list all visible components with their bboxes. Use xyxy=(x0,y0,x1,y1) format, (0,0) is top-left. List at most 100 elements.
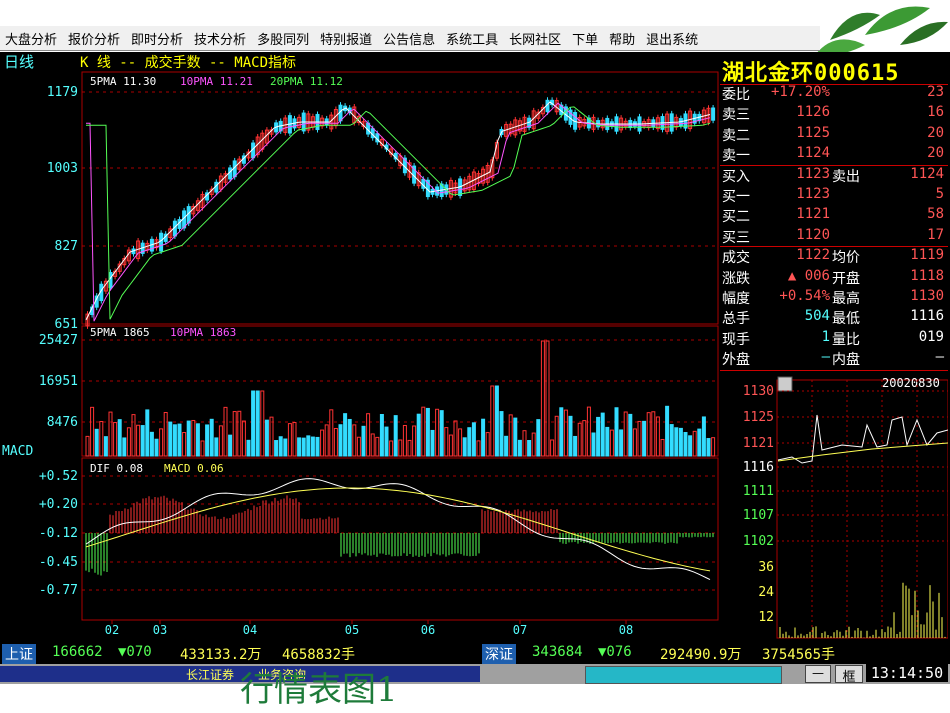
volume-bar xyxy=(701,416,706,457)
menu-item-1[interactable]: 报价分析 xyxy=(63,29,126,48)
quote-mid-label: 均价 xyxy=(832,250,860,267)
quote-mid-label: 量比 xyxy=(832,331,860,348)
macd-line xyxy=(85,487,711,572)
quote-right: 23 xyxy=(927,84,944,100)
period-label: 日线 xyxy=(4,53,34,71)
mini-price-tick: 1116 xyxy=(743,460,774,475)
volume-bar xyxy=(384,426,389,457)
sh-change: ▼070 xyxy=(118,644,152,660)
volume-bar xyxy=(517,439,522,457)
price-tick: 651 xyxy=(55,317,78,332)
frame-button[interactable]: 框 xyxy=(835,665,863,685)
volume-bar xyxy=(435,408,440,457)
volume-bar xyxy=(393,415,398,457)
quote-mid-label: 内盘 xyxy=(832,352,860,369)
volume-bar xyxy=(476,440,481,457)
volume-bar xyxy=(642,420,647,457)
quote-row: 买三 1120 17 xyxy=(720,227,948,247)
menu-item-3[interactable]: 技术分析 xyxy=(189,29,252,48)
volume-bar xyxy=(260,390,265,457)
menu-item-0[interactable]: 大盘分析 xyxy=(0,29,63,48)
volume-bar xyxy=(655,416,660,457)
volume-bar xyxy=(232,411,237,457)
volume-bar xyxy=(688,435,693,457)
quote-right: 17 xyxy=(927,226,944,243)
volume-bar xyxy=(513,417,518,457)
quote-value: 1123 xyxy=(796,186,830,202)
volume-bar xyxy=(614,407,619,457)
volume-bar xyxy=(444,427,449,457)
volume-bar xyxy=(605,426,610,457)
volume-bar xyxy=(324,424,329,457)
volume-bar xyxy=(577,422,582,457)
month-tick: 05 xyxy=(345,623,359,637)
menu-item-8[interactable]: 长网社区 xyxy=(504,29,567,48)
volume-tick: 25427 xyxy=(39,333,78,348)
quote-row: 外盘 — 内盘 — xyxy=(720,349,948,369)
quote-right: 1118 xyxy=(910,267,944,284)
menu-item-7[interactable]: 系统工具 xyxy=(441,29,504,48)
quote-right: 58 xyxy=(927,206,944,223)
sz-index: 343684 xyxy=(532,644,583,660)
month-tick: 07 xyxy=(513,623,527,637)
quote-mid-label: 卖出 xyxy=(832,168,860,185)
volume-bar xyxy=(269,416,274,457)
intraday-chart: 20020830 1130 1125 1121 1116 1111 1107 1102 36 24… xyxy=(722,375,948,640)
sz-amount: 292490.9万 xyxy=(660,647,742,663)
quote-value: +17.20% xyxy=(770,84,830,100)
volume-bar xyxy=(278,436,283,457)
quote-value: +0.54% xyxy=(779,288,830,304)
ma20-line xyxy=(86,106,711,320)
menu-item-4[interactable]: 多股同列 xyxy=(252,29,315,48)
volume-bar xyxy=(205,424,210,457)
status-bar: 长江证券 业务咨询 — 框 13:14:50 xyxy=(0,664,950,685)
volume-bar xyxy=(159,428,164,457)
volume-bar xyxy=(632,428,637,457)
mini-date: 20020830 xyxy=(882,376,940,390)
volume-bar xyxy=(453,420,458,457)
volume-bar xyxy=(609,429,614,457)
volume-bar xyxy=(596,416,601,457)
volume-bar xyxy=(126,427,131,457)
volume-bar xyxy=(499,411,504,457)
quote-label: 成交 xyxy=(722,250,750,267)
menu-item-5[interactable]: 特别报道 xyxy=(315,29,378,48)
volume-bar xyxy=(94,428,99,457)
sz-change: ▼076 xyxy=(598,644,632,660)
quote-right: 019 xyxy=(918,328,944,345)
menu-item-9[interactable]: 下单 xyxy=(567,29,604,48)
mini-vol-tick: 36 xyxy=(758,560,774,575)
price-tick: 827 xyxy=(55,239,78,254)
volume-bar xyxy=(407,439,412,457)
index-ticker-bar: 上证 166662 ▼070 433133.2万 4658832手 深证 343… xyxy=(0,642,950,664)
minimize-button[interactable]: — xyxy=(805,665,831,683)
mini-price-tick: 1121 xyxy=(743,436,774,451)
volume-bar xyxy=(554,415,559,457)
volume-bar xyxy=(568,415,573,457)
volume-bar xyxy=(692,430,697,457)
quote-row: 卖一 1124 20 xyxy=(720,145,948,165)
quote-mid-label: 开盘 xyxy=(832,270,860,287)
quote-right: 20 xyxy=(927,145,944,162)
quote-value: 1120 xyxy=(796,226,830,243)
volume-bar xyxy=(237,410,242,457)
quote-label: 买三 xyxy=(722,229,750,246)
progress-field xyxy=(585,666,782,684)
menu-item-2[interactable]: 即时分析 xyxy=(126,29,189,48)
volume-bar xyxy=(425,407,430,457)
leaf-decoration xyxy=(815,6,948,56)
menu-item-11[interactable]: 退出系统 xyxy=(641,29,704,48)
menu-item-6[interactable]: 公告信息 xyxy=(378,29,441,48)
quote-row: 幅度 +0.54% 最高 1130 xyxy=(720,288,948,308)
menu-item-10[interactable]: 帮助 xyxy=(604,29,641,48)
sh-amount: 433133.2万 xyxy=(180,647,262,663)
volume-bar xyxy=(490,385,495,457)
volume-bar xyxy=(494,385,499,457)
zoom-icon[interactable] xyxy=(777,376,793,392)
volume-bar xyxy=(103,436,108,457)
quote-value: 1123 xyxy=(796,165,830,182)
volume-bar xyxy=(430,429,435,457)
volume-bar xyxy=(550,439,555,457)
volume-bar xyxy=(223,406,228,457)
volume-bar xyxy=(678,427,683,457)
